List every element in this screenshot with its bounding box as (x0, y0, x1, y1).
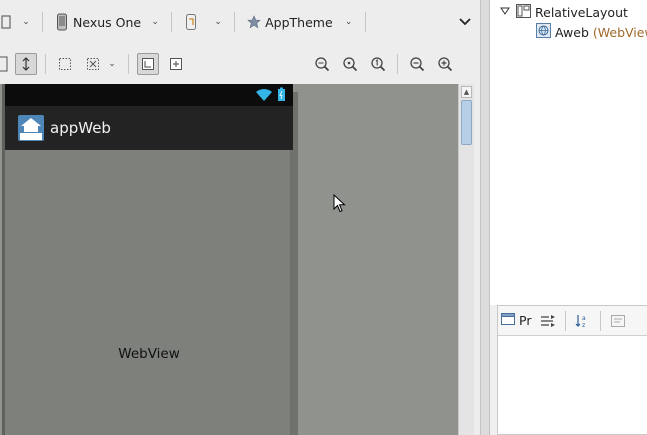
svg-text:a: a (582, 315, 586, 322)
properties-tab-label[interactable]: Pr (519, 313, 531, 328)
canvas-toolbar: ⌄ (0, 44, 480, 84)
app-launcher-icon (18, 115, 44, 141)
tree-item-label: Aweb (555, 24, 589, 40)
toolbar-divider (234, 12, 236, 32)
properties-header: Pr az (498, 306, 647, 336)
chevron-down-icon[interactable]: ⌄ (104, 59, 120, 69)
toolbar-divider (45, 54, 46, 74)
chevron-down-icon (454, 11, 476, 33)
device-preview[interactable]: appWeb WebView (2, 84, 293, 435)
rotate-device-icon (180, 11, 202, 33)
toolbar-divider (397, 54, 398, 74)
chevron-down-icon: ⌄ (151, 17, 159, 27)
layout-width-button[interactable] (0, 53, 12, 75)
webview-icon (536, 23, 551, 41)
tree-item-type: (WebView (592, 24, 647, 40)
chevron-down-icon: ⌄ (344, 17, 353, 27)
properties-panel: Pr az (497, 305, 647, 435)
toolbar-divider (42, 12, 43, 32)
sort-alphabetical-icon[interactable]: az (572, 310, 594, 332)
action-bar: appWeb (5, 106, 293, 150)
toolbar-overflow-button[interactable] (454, 10, 476, 34)
tree-item-relativelayout[interactable]: RelativeLayout (500, 3, 628, 21)
collapse-all-icon[interactable] (607, 310, 629, 332)
baseline-align-button[interactable] (137, 53, 159, 75)
zoom-100-icon[interactable] (367, 53, 389, 75)
toolbar-divider (565, 310, 567, 331)
zoom-to-fit-icon[interactable] (311, 53, 333, 75)
zoom-in-icon[interactable] (434, 53, 456, 75)
status-bar (5, 84, 293, 106)
show-advanced-icon[interactable] (537, 310, 559, 332)
canvas-vertical-scrollbar[interactable]: ▲ (458, 84, 474, 435)
tree-item-label: RelativeLayout (535, 4, 628, 20)
webview-placeholder[interactable]: WebView (5, 346, 293, 362)
margins-icon[interactable] (54, 53, 76, 75)
toolbar-divider (364, 12, 366, 32)
app-title: appWeb (50, 119, 111, 137)
layout-height-button[interactable] (15, 53, 37, 75)
outline-panel: RelativeLayout Aweb (WebView (490, 0, 647, 305)
distribute-icon[interactable] (82, 53, 104, 75)
device-dropdown[interactable]: Nexus One ⌄ (51, 10, 163, 34)
toolbar-divider (128, 54, 129, 74)
theme-dropdown[interactable]: AppTheme ⌄ (243, 10, 357, 34)
orientation-dropdown[interactable]: ⌄ (180, 10, 226, 34)
star-icon (243, 11, 265, 33)
chevron-down-icon: ⌄ (22, 17, 30, 27)
svg-text:z: z (582, 322, 585, 329)
config-dropdown[interactable]: ⌄ (0, 10, 34, 34)
scrollbar-thumb[interactable] (461, 100, 472, 145)
scroll-up-icon[interactable]: ▲ (461, 86, 472, 98)
tree-item-aweb[interactable]: Aweb (WebView (536, 23, 647, 41)
properties-icon (501, 313, 515, 328)
mouse-pointer-icon (333, 194, 346, 213)
relative-layout-icon (516, 3, 531, 21)
phone-icon (51, 11, 73, 33)
chevron-down-icon: ⌄ (214, 17, 222, 27)
toolbar-divider (171, 12, 173, 32)
layout-canvas[interactable]: appWeb WebView (0, 84, 458, 435)
chevron-down-icon[interactable] (500, 7, 512, 18)
zoom-out-icon[interactable] (406, 53, 428, 75)
layout-editor-toolbar: ⌄ Nexus One ⌄ ⌄ AppTheme ⌄ (0, 0, 480, 44)
zoom-real-size-icon[interactable] (339, 53, 361, 75)
wifi-icon (256, 88, 272, 101)
toolbar-divider (600, 310, 602, 331)
theme-name: AppTheme (265, 14, 333, 30)
battery-icon (278, 87, 285, 101)
config-icon (0, 11, 18, 33)
panel-splitter[interactable] (480, 0, 490, 435)
center-align-button[interactable] (165, 53, 187, 75)
device-name: Nexus One (73, 14, 142, 30)
